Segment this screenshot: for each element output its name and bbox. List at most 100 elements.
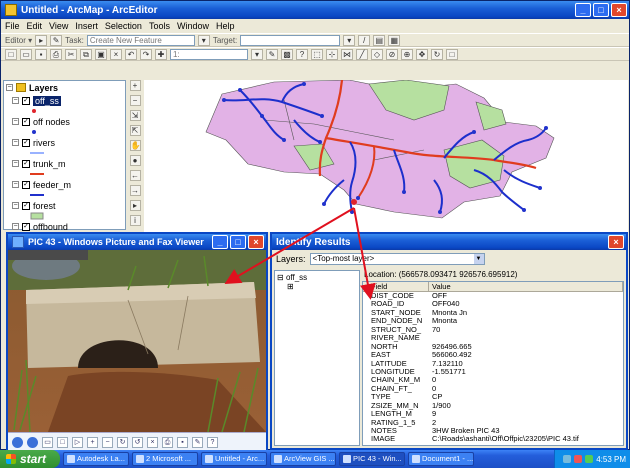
menu-file[interactable]: File — [5, 21, 20, 31]
table-row[interactable]: STRUCT_NO_ 70 — [363, 326, 623, 334]
maximize-button[interactable]: □ — [593, 3, 609, 17]
target-dropdown[interactable] — [240, 34, 341, 46]
table-row[interactable]: DIST_CODE OFF — [363, 292, 623, 300]
target-dropdown-arrow-icon[interactable]: ▾ — [343, 34, 356, 46]
best-fit-icon[interactable]: ▭ — [42, 437, 53, 448]
undo-icon[interactable]: ↶ — [125, 48, 137, 60]
expand-icon[interactable]: − — [12, 118, 19, 125]
table-row[interactable]: RATING_1_5 2 — [363, 419, 623, 427]
save-icon[interactable]: ▪ — [35, 48, 47, 60]
close-button[interactable]: × — [611, 3, 627, 17]
table-row[interactable]: ZSIZE_MM_N 1/900 — [363, 402, 623, 410]
menu-tools[interactable]: Tools — [149, 21, 170, 31]
identify-tree-root[interactable]: ⊟ off_ss — [277, 273, 357, 282]
zoom-out-icon[interactable]: − — [102, 437, 113, 448]
layer-visible-checkbox[interactable]: ✓ — [22, 180, 30, 189]
delete-icon[interactable]: × — [110, 48, 122, 60]
toc-root-layers[interactable]: − Layers — [4, 81, 125, 94]
split-tool-icon[interactable]: ⊘ — [386, 48, 398, 60]
move-tool-icon[interactable]: ✥ — [416, 48, 428, 60]
taskbar-item-autodesk[interactable]: Autodesk La... — [63, 452, 129, 466]
actual-size-icon[interactable]: □ — [57, 437, 68, 448]
previous-extent-icon[interactable]: ← — [129, 170, 141, 181]
map-view[interactable] — [144, 79, 628, 232]
identify-titlebar[interactable]: Identify Results × — [272, 234, 626, 250]
zoom-out-icon[interactable]: − — [129, 95, 141, 106]
redo-icon[interactable]: ↷ — [140, 48, 152, 60]
table-row[interactable]: LENGTH_M 9 — [363, 410, 623, 418]
table-row[interactable]: EAST 566060.492 — [363, 351, 623, 359]
identify-close-button[interactable]: × — [608, 235, 624, 249]
snapping-icon[interactable]: ⊹ — [326, 48, 338, 60]
toc-layer-off-ss[interactable]: − ✓ off_ss — [4, 94, 125, 107]
layer-visible-checkbox[interactable]: ✓ — [22, 138, 30, 147]
column-header-field[interactable]: Field — [363, 282, 429, 291]
print-icon[interactable]: ⎙ — [162, 437, 173, 448]
taskbar-item-microsoft[interactable]: 2 Microsoft ... — [132, 452, 198, 466]
select-elements-icon[interactable]: ▸ — [129, 200, 141, 211]
table-row[interactable]: LATITUDE 7.132110 — [363, 360, 623, 368]
merge-tool-icon[interactable]: ⊕ — [401, 48, 413, 60]
sketch-tool-icon[interactable]: ✎ — [50, 34, 63, 46]
new-icon[interactable]: □ — [5, 48, 17, 60]
expand-icon[interactable]: − — [12, 202, 19, 209]
add-data-icon[interactable]: ✚ — [155, 48, 167, 60]
zoom-in-icon[interactable]: + — [129, 80, 141, 91]
table-row[interactable]: TYPE CP — [363, 393, 623, 401]
slideshow-icon[interactable]: ▷ — [72, 437, 83, 448]
attributes-icon[interactable]: ▤ — [373, 34, 386, 46]
toc-layer-rivers[interactable]: − ✓ rivers — [4, 136, 125, 149]
topology-icon[interactable]: ⋈ — [341, 48, 353, 60]
polygon-tool-icon[interactable]: ◇ — [371, 48, 383, 60]
collapse-icon[interactable]: − — [6, 84, 13, 91]
table-row[interactable]: CHAIN_FT_ 0 — [363, 385, 623, 393]
copy-icon[interactable]: ⧉ — [80, 48, 92, 60]
taskbar-item-pic43[interactable]: PIC 43 - Win... — [339, 452, 405, 466]
layer-visible-checkbox[interactable]: ✓ — [22, 222, 30, 231]
table-row[interactable]: LONGITUDE -1.551771 — [363, 368, 623, 376]
table-row[interactable]: END_NODE_N Mnonta — [363, 317, 623, 325]
expand-icon[interactable]: − — [12, 139, 19, 146]
help-icon[interactable]: ? — [207, 437, 218, 448]
antivirus-icon[interactable] — [574, 455, 583, 463]
toc-layer-forest[interactable]: − ✓ forest — [4, 199, 125, 212]
table-row[interactable]: ROAD_ID OFF040 — [363, 300, 623, 308]
print-icon[interactable]: ⎙ — [50, 48, 62, 60]
viewer-titlebar[interactable]: PIC 43 - Windows Picture and Fax Viewer … — [8, 234, 266, 250]
rotate-counterclockwise-icon[interactable]: ↺ — [132, 437, 143, 448]
scale-dropdown-arrow-icon[interactable]: ▾ — [251, 48, 263, 60]
taskbar-item-arcmap[interactable]: Untitled - Arc... — [201, 452, 267, 466]
editor-toolbar-icon[interactable]: ✎ — [266, 48, 278, 60]
table-row[interactable]: NORTH 926496.665 — [363, 343, 623, 351]
arctoolbox-icon[interactable]: ▩ — [281, 48, 293, 60]
arcmap-titlebar[interactable]: Untitled - ArcMap - ArcEditor _ □ × — [1, 1, 629, 19]
menu-edit[interactable]: Edit — [27, 21, 43, 31]
select-features-icon[interactable]: ⬚ — [311, 48, 323, 60]
identify-icon[interactable]: i — [129, 215, 141, 226]
edit-tool-icon[interactable]: ▸ — [35, 34, 48, 46]
fixed-zoom-out-icon[interactable]: ⇱ — [129, 125, 141, 136]
edit-icon[interactable]: ✎ — [192, 437, 203, 448]
edit-grid-icon[interactable]: ▦ — [388, 34, 401, 46]
viewer-minimize-button[interactable]: _ — [212, 235, 228, 249]
viewer-close-button[interactable]: × — [248, 235, 264, 249]
identify-layers-dropdown[interactable]: <Top-most layer> ▼ — [309, 253, 485, 265]
column-header-value[interactable]: Value — [429, 282, 623, 291]
task-dropdown[interactable]: Create New Feature — [86, 34, 195, 46]
zoom-in-icon[interactable]: + — [87, 437, 98, 448]
menu-help[interactable]: Help — [216, 21, 235, 31]
table-row[interactable]: RIVER_NAME — [363, 334, 623, 342]
fixed-zoom-in-icon[interactable]: ⇲ — [129, 110, 141, 121]
identify-tree-feature[interactable]: ⊞ — [277, 282, 357, 291]
previous-image-icon[interactable] — [12, 437, 23, 448]
start-button[interactable]: start — [0, 450, 60, 468]
scale-input[interactable]: 1: — [170, 48, 248, 60]
layer-visible-checkbox[interactable]: ✓ — [22, 201, 30, 210]
whats-this-icon[interactable]: ? — [296, 48, 308, 60]
toc-layer-off-nodes[interactable]: − ✓ off nodes — [4, 115, 125, 128]
toc-layer-feeder-m[interactable]: − ✓ feeder_m — [4, 178, 125, 191]
menu-insert[interactable]: Insert — [75, 21, 98, 31]
expand-icon[interactable]: − — [12, 160, 19, 167]
menu-window[interactable]: Window — [177, 21, 209, 31]
viewer-maximize-button[interactable]: □ — [230, 235, 246, 249]
